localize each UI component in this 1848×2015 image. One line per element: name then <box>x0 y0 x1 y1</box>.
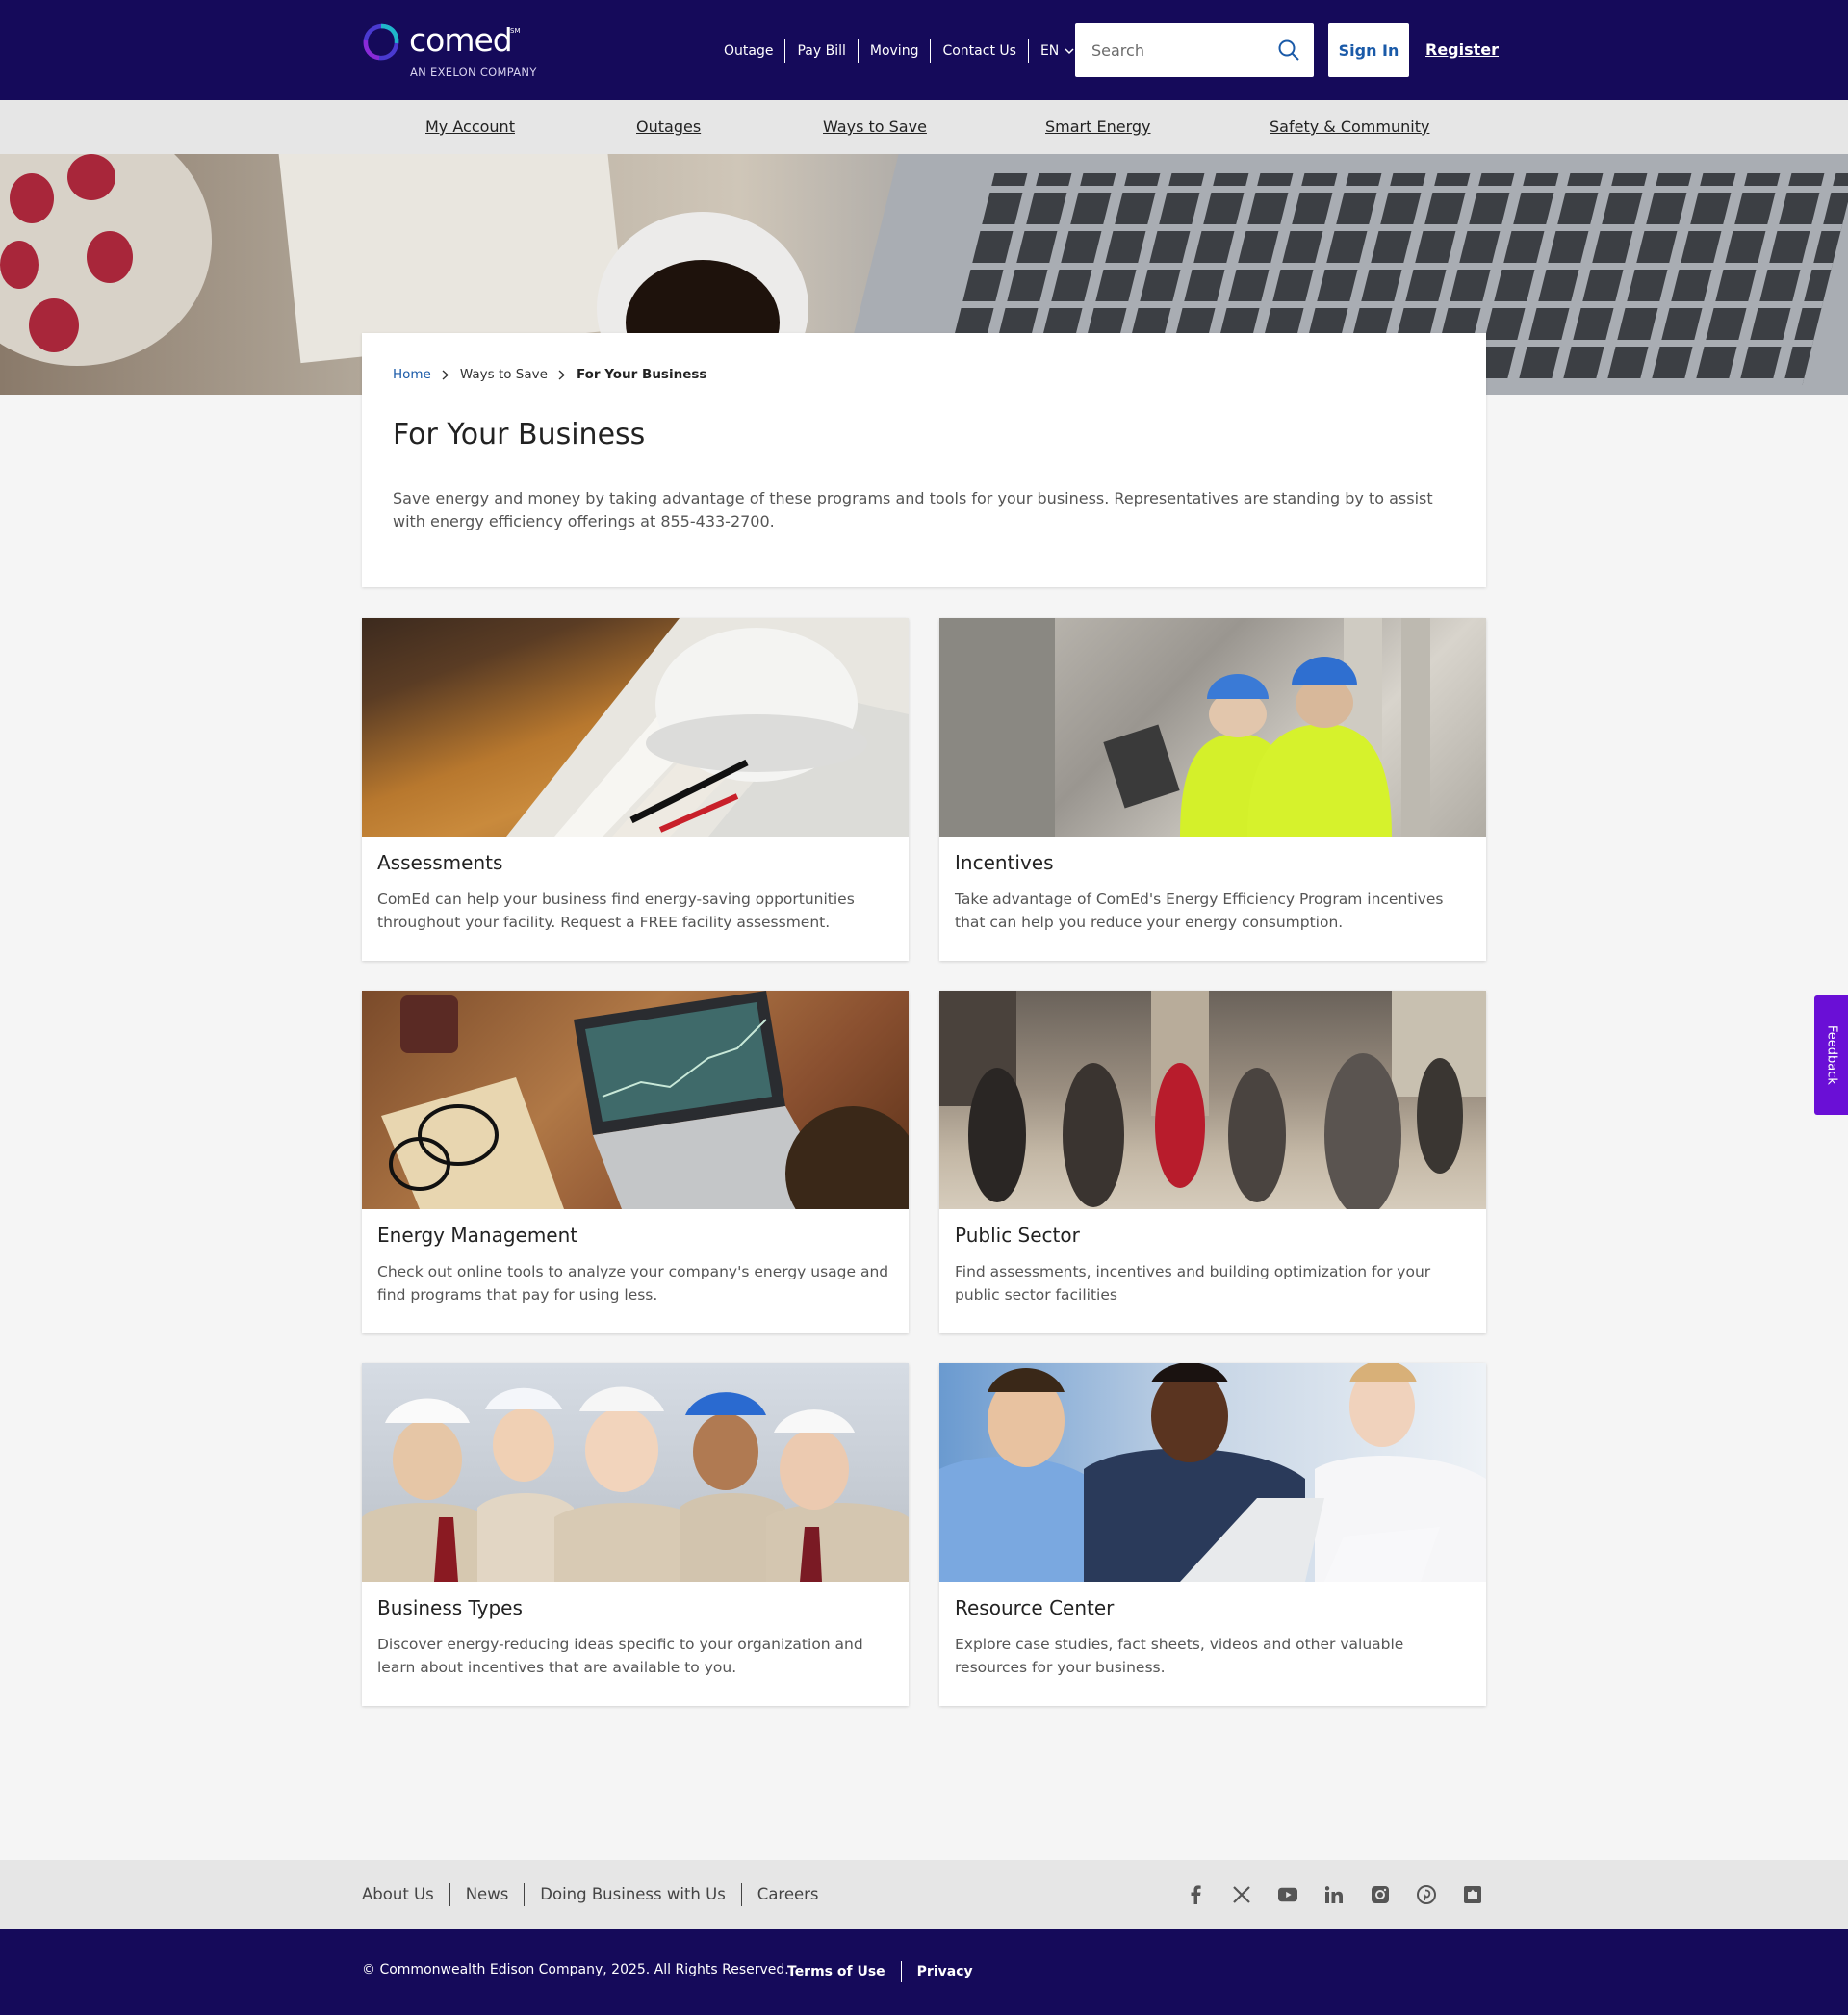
page-title: For Your Business <box>393 418 646 452</box>
tile-incentives[interactable]: Incentives Take advantage of ComEd's Ene… <box>939 618 1486 961</box>
intro-card: Home Ways to Save For Your Business For … <box>362 333 1486 587</box>
tile-description: Take advantage of ComEd's Energy Efficie… <box>955 891 1444 931</box>
breadcrumb: Home Ways to Save For Your Business <box>393 367 706 382</box>
utility-link-pay-bill[interactable]: Pay Bill <box>784 39 857 63</box>
logo-wordmark: comed <box>409 21 513 59</box>
hero-strawberry <box>67 154 116 200</box>
terms-of-use-link[interactable]: Terms of Use <box>787 1961 901 1982</box>
utility-link-contact-us[interactable]: Contact Us <box>930 39 1027 63</box>
nav-ways-to-save[interactable]: Ways to Save <box>823 100 927 154</box>
nav-outages[interactable]: Outages <box>636 100 701 154</box>
youtube-icon[interactable] <box>1278 1883 1297 1906</box>
social-links <box>1186 1883 1482 1906</box>
footer-link-news[interactable]: News <box>449 1883 525 1906</box>
comed-logo[interactable]: comed SM AN EXELON COMPANY <box>362 21 554 81</box>
hero-strawberry <box>87 231 133 283</box>
tile-assessments[interactable]: Assessments ComEd can help your business… <box>362 618 909 961</box>
footer-link-about-us[interactable]: About Us <box>362 1883 449 1906</box>
hero-strawberry <box>29 298 79 352</box>
tile-business-types[interactable]: Business Types Discover energy-reducing … <box>362 1363 909 1706</box>
privacy-link[interactable]: Privacy <box>900 1961 988 1982</box>
linkedin-icon[interactable] <box>1324 1883 1344 1906</box>
sign-in-button[interactable]: Sign In <box>1328 23 1409 77</box>
hero-strawberry <box>10 173 54 223</box>
tile-description: ComEd can help your business find energy… <box>377 891 855 931</box>
footer-links-bar: About Us News Doing Business with Us Car… <box>0 1860 1848 1929</box>
nav-safety-community[interactable]: Safety & Community <box>1270 100 1429 154</box>
footer-link-careers[interactable]: Careers <box>740 1883 834 1906</box>
tile-title: Energy Management <box>377 1224 578 1247</box>
legal-links: Terms of Use Privacy <box>787 1961 988 1982</box>
utility-link-outage[interactable]: Outage <box>724 39 784 63</box>
tile-description: Explore case studies, fact sheets, video… <box>955 1636 1404 1676</box>
tile-title: Assessments <box>377 851 503 874</box>
chevron-right-icon <box>431 369 460 380</box>
feedback-tab[interactable]: Feedback <box>1814 995 1848 1115</box>
tile-title: Incentives <box>955 851 1054 874</box>
search-icon[interactable] <box>1277 39 1300 62</box>
main-nav: My Account Outages Ways to Save Smart En… <box>0 100 1848 154</box>
tile-energy-management[interactable]: Energy Management Check out online tools… <box>362 991 909 1333</box>
tile-title: Public Sector <box>955 1224 1080 1247</box>
footer-nav: About Us News Doing Business with Us Car… <box>362 1860 834 1929</box>
incentives-image <box>939 618 1486 837</box>
tile-title: Resource Center <box>955 1596 1115 1619</box>
tile-description: Check out online tools to analyze your c… <box>377 1263 889 1304</box>
tile-description: Find assessments, incentives and buildin… <box>955 1263 1431 1304</box>
breadcrumb-current: For Your Business <box>576 367 707 382</box>
flickr-icon[interactable] <box>1463 1883 1482 1906</box>
chevron-down-icon <box>1065 47 1074 54</box>
register-link[interactable]: Register <box>1425 23 1499 77</box>
assessments-image <box>362 618 909 837</box>
language-label: EN <box>1040 43 1060 59</box>
comed-logo-mark-icon <box>363 23 399 61</box>
footer-link-doing-business[interactable]: Doing Business with Us <box>524 1883 741 1906</box>
tile-resource-center[interactable]: Resource Center Explore case studies, fa… <box>939 1363 1486 1706</box>
chevron-right-icon <box>548 369 577 380</box>
tile-description: Discover energy-reducing ideas specific … <box>377 1636 863 1676</box>
breadcrumb-home[interactable]: Home <box>393 367 431 382</box>
search-input[interactable] <box>1075 23 1268 77</box>
business-types-image <box>362 1363 909 1582</box>
logo-tagline: AN EXELON COMPANY <box>410 65 537 79</box>
facebook-icon[interactable] <box>1186 1883 1205 1906</box>
site-header: comed SM AN EXELON COMPANY Outage Pay Bi… <box>0 0 1848 100</box>
search-box <box>1075 23 1314 77</box>
tile-public-sector[interactable]: Public Sector Find assessments, incentiv… <box>939 991 1486 1333</box>
public-sector-image <box>939 991 1486 1209</box>
page-intro: Save energy and money by taking advantag… <box>393 489 1433 530</box>
utility-link-moving[interactable]: Moving <box>857 39 931 63</box>
x-icon[interactable] <box>1232 1883 1251 1906</box>
breadcrumb-ways-to-save[interactable]: Ways to Save <box>460 367 548 382</box>
hero-strawberry <box>0 241 38 289</box>
resource-center-image <box>939 1363 1486 1582</box>
service-mark: SM <box>510 27 521 35</box>
footer-bottom: © Commonwealth Edison Company, 2025. All… <box>0 1929 1848 2015</box>
utility-nav: Outage Pay Bill Moving Contact Us EN <box>724 39 1086 63</box>
feedback-label: Feedback <box>1824 1025 1838 1085</box>
nav-smart-energy[interactable]: Smart Energy <box>1045 100 1151 154</box>
pinterest-icon[interactable] <box>1417 1883 1436 1906</box>
energy-management-image <box>362 991 909 1209</box>
hero-papers <box>278 154 627 364</box>
tile-title: Business Types <box>377 1596 523 1619</box>
nav-my-account[interactable]: My Account <box>425 100 515 154</box>
copyright-text: © Commonwealth Edison Company, 2025. All… <box>362 1962 789 1977</box>
instagram-icon[interactable] <box>1371 1883 1390 1906</box>
